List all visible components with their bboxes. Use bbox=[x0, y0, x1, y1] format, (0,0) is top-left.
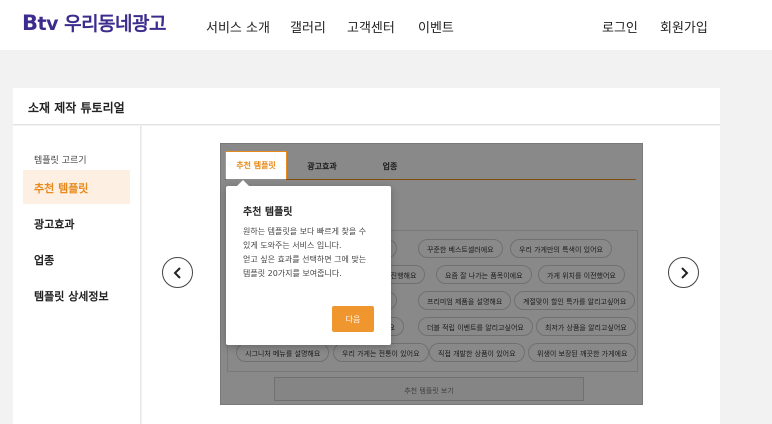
sidebar-caption: 템플릿 고르기 bbox=[34, 156, 87, 166]
logo-b: B bbox=[22, 11, 38, 35]
nav-gallery[interactable]: 갤러리 bbox=[290, 17, 326, 36]
popover-description: 원하는 템플릿을 보다 빠르게 찾을 수 있게 도와주는 서비스 입니다. 얻고… bbox=[243, 227, 367, 278]
highlighted-tab-recommended[interactable]: 추천 템플릿 bbox=[225, 151, 287, 179]
top-header: Btv 우리동네광고 서비스 소개 갤러리 고객센터 이벤트 로그인 회원가입 bbox=[0, 0, 772, 50]
sidebar-item-effect[interactable]: 광고효과 bbox=[23, 206, 130, 240]
login-link[interactable]: 로그인 bbox=[602, 17, 638, 36]
sidebar-item-recommended[interactable]: 추천 템플릿 bbox=[23, 170, 130, 204]
nav-event[interactable]: 이벤트 bbox=[418, 17, 454, 36]
nav-customer-center[interactable]: 고객센터 bbox=[347, 17, 395, 36]
content-title-bar: 소재 제작 튜토리얼 bbox=[13, 88, 720, 125]
popover-title: 추천 템플릿 bbox=[243, 207, 293, 218]
tutorial-popover: 추천 템플릿 원하는 템플릿을 보다 빠르게 찾을 수 있게 도와주는 서비스 … bbox=[226, 180, 391, 345]
page-title: 소재 제작 튜토리얼 bbox=[28, 101, 125, 115]
popover-notch bbox=[237, 180, 249, 186]
chevron-right-icon bbox=[681, 267, 689, 279]
chevron-left-icon bbox=[173, 267, 181, 279]
logo-text: tv 우리동네광고 bbox=[37, 13, 167, 35]
prev-slide-button[interactable] bbox=[162, 257, 193, 288]
sidebar-item-industry[interactable]: 업종 bbox=[23, 242, 130, 276]
nav-service-intro[interactable]: 서비스 소개 bbox=[206, 17, 270, 36]
tutorial-sidebar: 템플릿 고르기 추천 템플릿 광고효과 업종 템플릿 상세정보 bbox=[13, 126, 141, 424]
btv-logo[interactable]: Btv 우리동네광고 bbox=[22, 9, 166, 36]
next-slide-button[interactable] bbox=[668, 257, 699, 288]
signup-link[interactable]: 회원가입 bbox=[660, 17, 708, 36]
sidebar-item-template-detail[interactable]: 템플릿 상세정보 bbox=[23, 278, 130, 312]
popover-next-button[interactable]: 다음 bbox=[332, 306, 374, 332]
